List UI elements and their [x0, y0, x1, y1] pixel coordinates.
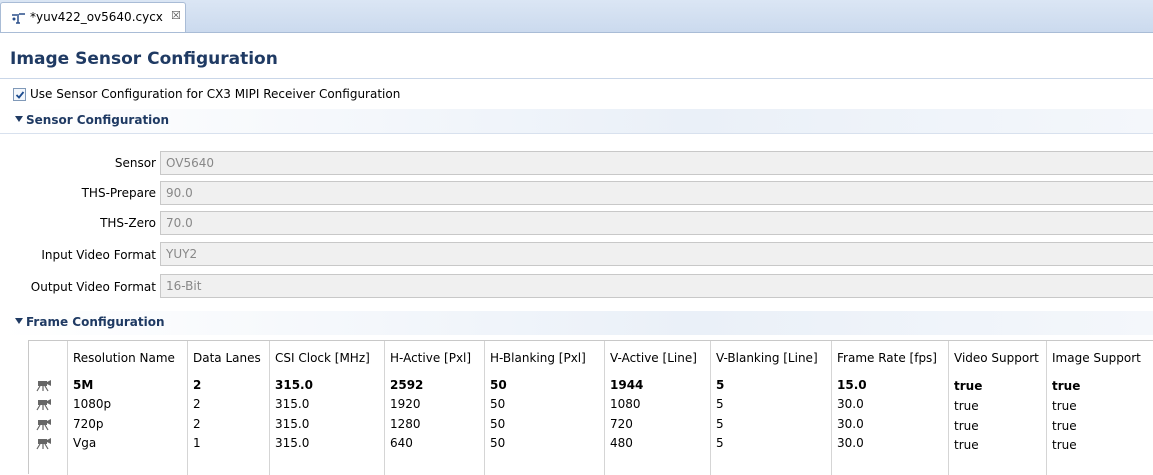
input-video-format-field[interactable]: YUY2: [160, 242, 1153, 266]
table-cell[interactable]: 15.0: [837, 378, 867, 392]
column-divider: [948, 341, 949, 475]
column-divider: [484, 341, 485, 475]
frame-config-table[interactable]: Resolution Name Data Lanes CSI Clock [MH…: [28, 340, 1153, 475]
table-cell[interactable]: 2: [193, 397, 201, 411]
collapse-arrow-icon[interactable]: [15, 318, 23, 324]
sensor-config-section-header[interactable]: Sensor Configuration: [0, 109, 1153, 134]
table-cell[interactable]: 1920: [390, 397, 421, 411]
sensor-config-title: Sensor Configuration: [26, 113, 170, 127]
column-divider: [384, 341, 385, 475]
table-cell[interactable]: 1280: [390, 417, 421, 431]
camera-icon: [36, 380, 51, 392]
sensor-label: Sensor: [114, 156, 156, 170]
table-cell[interactable]: 315.0: [275, 378, 313, 392]
table-cell[interactable]: 50: [490, 436, 505, 450]
table-cell[interactable]: 50: [490, 397, 505, 411]
table-cell[interactable]: true: [1052, 438, 1077, 452]
table-cell[interactable]: 1080: [610, 397, 641, 411]
col-header-h-active[interactable]: H-Active [Pxl]: [390, 351, 471, 365]
page-title: Image Sensor Configuration: [10, 49, 278, 69]
section-divider: [0, 133, 1153, 134]
table-cell[interactable]: 5M: [73, 378, 93, 392]
table-cell[interactable]: true: [1052, 419, 1077, 433]
table-cell[interactable]: true: [954, 438, 979, 452]
use-sensor-config-label: Use Sensor Configuration for CX3 MIPI Re…: [30, 87, 401, 101]
editor-tab-bar: *yuv422_ov5640.cycx ☒: [0, 0, 1153, 33]
table-cell[interactable]: true: [954, 419, 979, 433]
collapse-arrow-icon[interactable]: [15, 116, 23, 122]
editor-tab[interactable]: *yuv422_ov5640.cycx ☒: [0, 2, 186, 32]
col-header-csi-clock[interactable]: CSI Clock [MHz]: [275, 351, 370, 365]
frame-config-title: Frame Configuration: [26, 315, 165, 329]
table-cell[interactable]: 30.0: [837, 417, 864, 431]
table-cell[interactable]: true: [1052, 379, 1080, 393]
use-sensor-config-checkbox[interactable]: [13, 88, 26, 101]
table-cell[interactable]: 720p: [73, 417, 104, 431]
ths-prepare-label: THS-Prepare: [81, 186, 156, 200]
camera-icon: [36, 399, 51, 411]
input-video-format-label: Input Video Format: [41, 248, 156, 262]
col-header-data-lanes[interactable]: Data Lanes: [193, 351, 261, 365]
table-cell[interactable]: 2592: [390, 378, 423, 392]
ths-zero-field[interactable]: 70.0: [160, 211, 1153, 235]
col-header-video-support[interactable]: Video Support: [954, 351, 1039, 365]
table-cell[interactable]: 480: [610, 436, 633, 450]
checkmark-icon: [15, 91, 25, 99]
camera-file-icon: [12, 13, 25, 24]
camera-icon: [36, 438, 51, 450]
tab-title: *yuv422_ov5640.cycx: [30, 10, 163, 24]
table-cell[interactable]: 50: [490, 417, 505, 431]
table-cell[interactable]: 5: [716, 436, 724, 450]
table-cell[interactable]: Vga: [73, 436, 96, 450]
col-header-v-active[interactable]: V-Active [Line]: [610, 351, 697, 365]
column-divider: [67, 341, 68, 475]
ths-prepare-field[interactable]: 90.0: [160, 181, 1153, 205]
column-divider: [187, 341, 188, 475]
title-divider: [0, 78, 1153, 79]
output-video-format-label: Output Video Format: [30, 280, 156, 294]
column-divider: [269, 341, 270, 475]
table-cell[interactable]: 315.0: [275, 417, 309, 431]
column-divider: [831, 341, 832, 475]
column-divider: [1046, 341, 1047, 475]
table-cell[interactable]: 30.0: [837, 397, 864, 411]
camera-icon: [36, 419, 51, 431]
table-cell[interactable]: 315.0: [275, 397, 309, 411]
table-cell[interactable]: true: [954, 399, 979, 413]
table-cell[interactable]: 30.0: [837, 436, 864, 450]
table-cell[interactable]: 720: [610, 417, 633, 431]
sensor-field[interactable]: OV5640: [160, 151, 1153, 175]
table-cell[interactable]: 2: [193, 417, 201, 431]
col-header-image-support[interactable]: Image Support: [1052, 351, 1141, 365]
close-icon[interactable]: ☒: [171, 9, 181, 22]
column-divider: [710, 341, 711, 475]
output-video-format-field[interactable]: 16-Bit: [160, 274, 1153, 298]
col-header-resolution-name[interactable]: Resolution Name: [73, 351, 175, 365]
frame-config-section-header[interactable]: Frame Configuration: [0, 311, 1153, 335]
col-header-h-blanking[interactable]: H-Blanking [Pxl]: [490, 351, 586, 365]
table-cell[interactable]: 5: [716, 417, 724, 431]
ths-zero-label: THS-Zero: [100, 216, 156, 230]
table-cell[interactable]: 1944: [610, 378, 643, 392]
table-cell[interactable]: 50: [490, 378, 507, 392]
table-cell[interactable]: 315.0: [275, 436, 309, 450]
table-cell[interactable]: 5: [716, 397, 724, 411]
column-divider: [604, 341, 605, 475]
col-header-frame-rate[interactable]: Frame Rate [fps]: [837, 351, 937, 365]
table-cell[interactable]: true: [1052, 399, 1077, 413]
table-cell[interactable]: 1: [193, 436, 201, 450]
table-cell[interactable]: 2: [193, 378, 201, 392]
table-cell[interactable]: true: [954, 379, 982, 393]
table-cell[interactable]: 640: [390, 436, 413, 450]
table-cell[interactable]: 5: [716, 378, 724, 392]
col-header-v-blanking[interactable]: V-Blanking [Line]: [716, 351, 818, 365]
table-cell[interactable]: 1080p: [73, 397, 111, 411]
